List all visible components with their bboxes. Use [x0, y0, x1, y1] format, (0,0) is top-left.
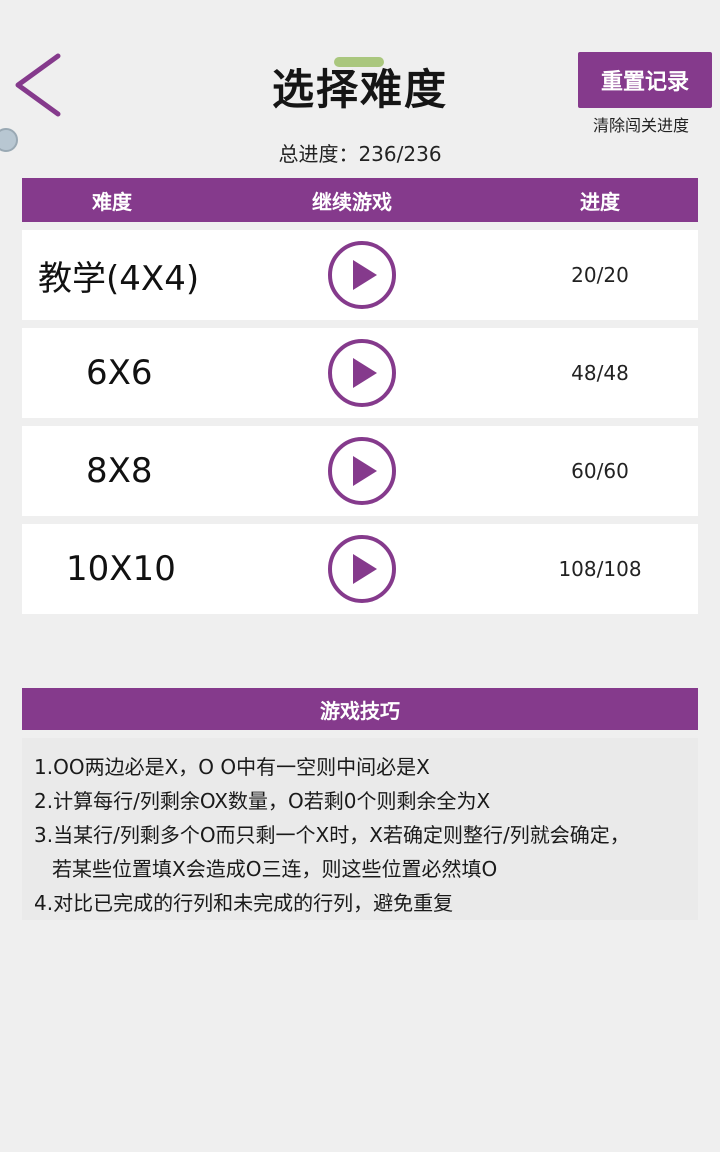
difficulty-label: 6X6: [86, 353, 153, 393]
difficulty-label: 8X8: [86, 451, 153, 491]
tip-line: 2.计算每行/列剩余OX数量，O若剩0个则剩余全为X: [34, 789, 491, 813]
progress-value: 20/20: [571, 263, 629, 287]
tips-box: 1.OO两边必是X，O O中有一空则中间必是X 2.计算每行/列剩余OX数量，O…: [22, 738, 698, 920]
play-icon: [353, 456, 377, 486]
total-progress: 总进度：236/236: [278, 142, 442, 166]
table-row: 10X10 108/108: [22, 524, 698, 614]
progress-value: 60/60: [571, 459, 629, 483]
tips-title: 游戏技巧: [22, 688, 698, 730]
reset-records-button[interactable]: 重置记录: [578, 52, 712, 108]
tip-line: 4.对比已完成的行列和未完成的行列，避免重复: [34, 891, 454, 915]
tip-line: 1.OO两边必是X，O O中有一空则中间必是X: [34, 755, 430, 779]
chevron-left-icon: [15, 53, 61, 117]
column-header-continue: 继续游戏: [312, 189, 392, 214]
table-row: 8X8 60/60: [22, 426, 698, 516]
table-row: 6X6 48/48: [22, 328, 698, 418]
play-icon: [353, 554, 377, 584]
continue-button-4x4[interactable]: [328, 241, 396, 309]
difficulty-label: 10X10: [66, 549, 176, 589]
title-decoration: [334, 57, 384, 67]
tip-line: 若某些位置填X会造成O三连，则这些位置必然填O: [52, 857, 498, 881]
play-icon: [353, 260, 377, 290]
play-icon: [353, 358, 377, 388]
continue-button-10x10[interactable]: [328, 535, 396, 603]
difficulty-table: 难度 继续游戏 进度 教学(4X4) 20/20 6X6 48/48 8X8 6…: [22, 178, 698, 614]
difficulty-select-screen: 选择难度 重置记录 清除闯关进度 总进度：236/236 难度 继续游戏 进度 …: [0, 0, 720, 1152]
reset-hint-label: 清除闯关进度: [592, 116, 689, 135]
column-header-difficulty: 难度: [92, 189, 132, 214]
progress-value: 48/48: [571, 361, 629, 385]
continue-button-8x8[interactable]: [328, 437, 396, 505]
tip-line: 3.当某行/列剩多个O而只剩一个X时，X若确定则整行/列就会确定，: [34, 823, 630, 847]
column-header-progress: 进度: [580, 189, 620, 214]
difficulty-label: 教学(4X4): [38, 258, 200, 299]
progress-value: 108/108: [558, 557, 642, 581]
back-button[interactable]: [10, 52, 70, 118]
table-row: 教学(4X4) 20/20: [22, 230, 698, 320]
table-header: 难度 继续游戏 进度: [22, 178, 698, 222]
continue-button-6x6[interactable]: [328, 339, 396, 407]
